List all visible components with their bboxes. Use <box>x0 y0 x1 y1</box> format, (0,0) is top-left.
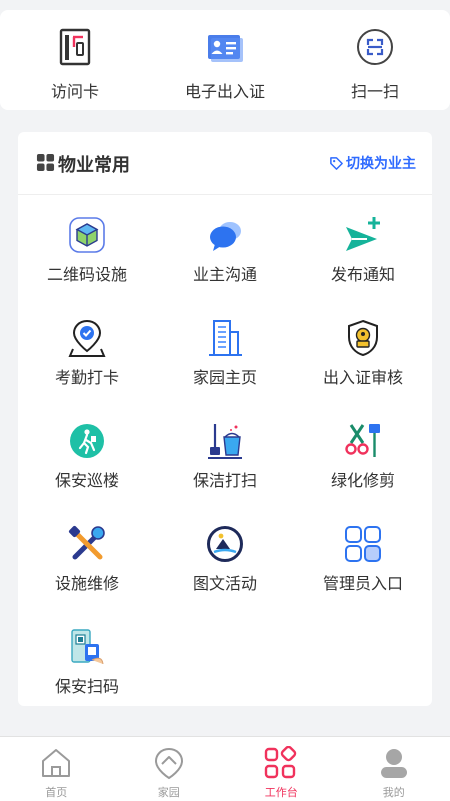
service-label: 绿化修剪 <box>331 467 395 491</box>
chat-bubble-icon <box>205 215 245 255</box>
service-owner-communication[interactable]: 业主沟通 <box>156 195 294 298</box>
services-grid: 二维码设施 业主沟通 发布通知 <box>18 195 432 710</box>
tab-home[interactable]: 首页 <box>0 737 113 801</box>
tab-profile[interactable]: 我的 <box>338 737 450 801</box>
community-icon <box>152 746 186 780</box>
visitor-card-icon <box>55 27 95 67</box>
service-green-pruning[interactable]: 绿化修剪 <box>294 401 432 504</box>
service-label: 出入证审核 <box>323 364 403 388</box>
service-qr-facility[interactable]: 二维码设施 <box>18 195 156 298</box>
tab-label: 我的 <box>383 784 405 800</box>
profile-icon <box>377 746 411 780</box>
send-notice-icon <box>343 215 383 255</box>
home-icon <box>39 746 73 780</box>
electronic-pass-button[interactable]: 电子出入证 <box>150 10 300 110</box>
attendance-check-icon <box>67 318 107 358</box>
service-admin-entry[interactable]: 管理员入口 <box>294 504 432 607</box>
service-attendance[interactable]: 考勤打卡 <box>18 298 156 401</box>
service-publish-notice[interactable]: 发布通知 <box>294 195 432 298</box>
tab-label: 首页 <box>45 784 67 800</box>
tab-label: 家园 <box>158 784 180 800</box>
service-label: 考勤打卡 <box>55 364 119 388</box>
security-scan-icon <box>67 627 107 667</box>
service-label: 图文活动 <box>193 570 257 594</box>
section-title: 物业常用 <box>58 151 130 177</box>
tab-community[interactable]: 家园 <box>113 737 226 801</box>
visitor-card-label: 访问卡 <box>51 78 99 102</box>
scan-button[interactable]: 扫一扫 <box>300 10 450 110</box>
service-label: 设施维修 <box>55 570 119 594</box>
service-security-scan[interactable]: 保安扫码 <box>18 607 156 710</box>
pass-review-icon <box>343 318 383 358</box>
admin-entry-icon <box>343 524 383 564</box>
electronic-pass-icon <box>205 27 245 67</box>
switch-to-owner-label: 切换为业主 <box>346 153 416 173</box>
service-label: 发布通知 <box>331 261 395 285</box>
grid-icon <box>36 153 55 172</box>
service-label: 保安扫码 <box>55 673 119 697</box>
service-label: 保洁打扫 <box>193 467 257 491</box>
card-header: 物业常用 切换为业主 <box>18 132 432 195</box>
bottom-tab-bar: 首页 家园 工作台 我的 <box>0 736 450 801</box>
security-patrol-icon <box>67 421 107 461</box>
electronic-pass-label: 电子出入证 <box>185 78 265 102</box>
service-activity[interactable]: 图文活动 <box>156 504 294 607</box>
workbench-icon <box>264 746 298 780</box>
quick-actions-bar: 访问卡 电子出入证 扫一扫 <box>0 10 450 110</box>
scan-label: 扫一扫 <box>351 78 399 102</box>
service-pass-review[interactable]: 出入证审核 <box>294 298 432 401</box>
repair-tools-icon <box>67 524 107 564</box>
property-services-card: 物业常用 切换为业主 二维码设施 <box>18 132 432 706</box>
switch-to-owner-link[interactable]: 切换为业主 <box>329 153 416 173</box>
service-home-page[interactable]: 家园主页 <box>156 298 294 401</box>
service-label: 二维码设施 <box>47 261 127 285</box>
scan-icon <box>355 27 395 67</box>
building-icon <box>205 318 245 358</box>
tab-workbench[interactable]: 工作台 <box>225 737 338 801</box>
pruning-icon <box>343 421 383 461</box>
service-security-patrol[interactable]: 保安巡楼 <box>18 401 156 504</box>
service-label: 管理员入口 <box>323 570 403 594</box>
tag-icon <box>329 156 344 171</box>
service-label: 业主沟通 <box>193 261 257 285</box>
service-label: 保安巡楼 <box>55 467 119 491</box>
cleaning-icon <box>205 421 245 461</box>
visitor-card-button[interactable]: 访问卡 <box>0 10 150 110</box>
tab-label: 工作台 <box>265 784 298 800</box>
service-facility-repair[interactable]: 设施维修 <box>18 504 156 607</box>
service-cleaning[interactable]: 保洁打扫 <box>156 401 294 504</box>
qr-facility-icon <box>67 215 107 255</box>
activity-icon <box>205 524 245 564</box>
service-label: 家园主页 <box>193 364 257 388</box>
